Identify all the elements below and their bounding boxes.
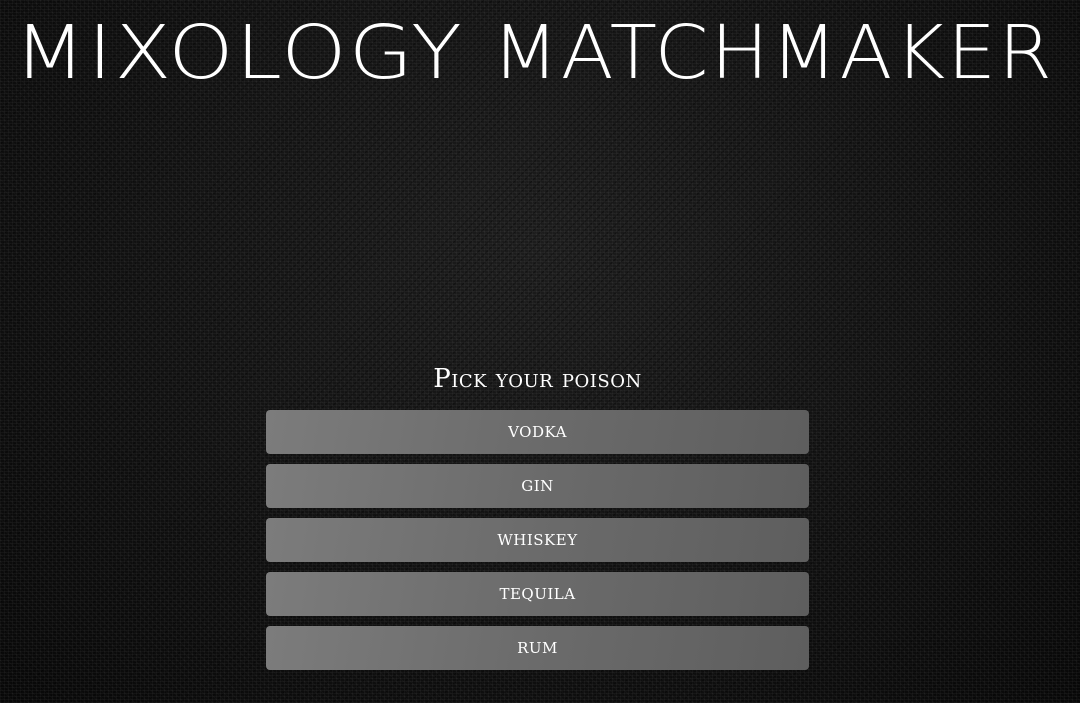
app-title-logo: MIXOLOGY MATCHMAKER xyxy=(14,10,1054,86)
option-vodka-button[interactable]: VODKA xyxy=(266,410,809,454)
title-word-matchmaker: MATCHMAKER xyxy=(492,10,1054,86)
option-tequila-button[interactable]: TEQUILA xyxy=(266,572,809,616)
question-prompt: Pick your poison xyxy=(433,364,642,394)
option-rum-button[interactable]: RUM xyxy=(266,626,809,670)
option-whiskey-button[interactable]: WHISKEY xyxy=(266,518,809,562)
option-gin-button[interactable]: GIN xyxy=(266,464,809,508)
title-word-mixology: MIXOLOGY xyxy=(14,10,464,86)
quiz-panel: Pick your poison VODKA GIN WHISKEY TEQUI… xyxy=(266,360,809,680)
